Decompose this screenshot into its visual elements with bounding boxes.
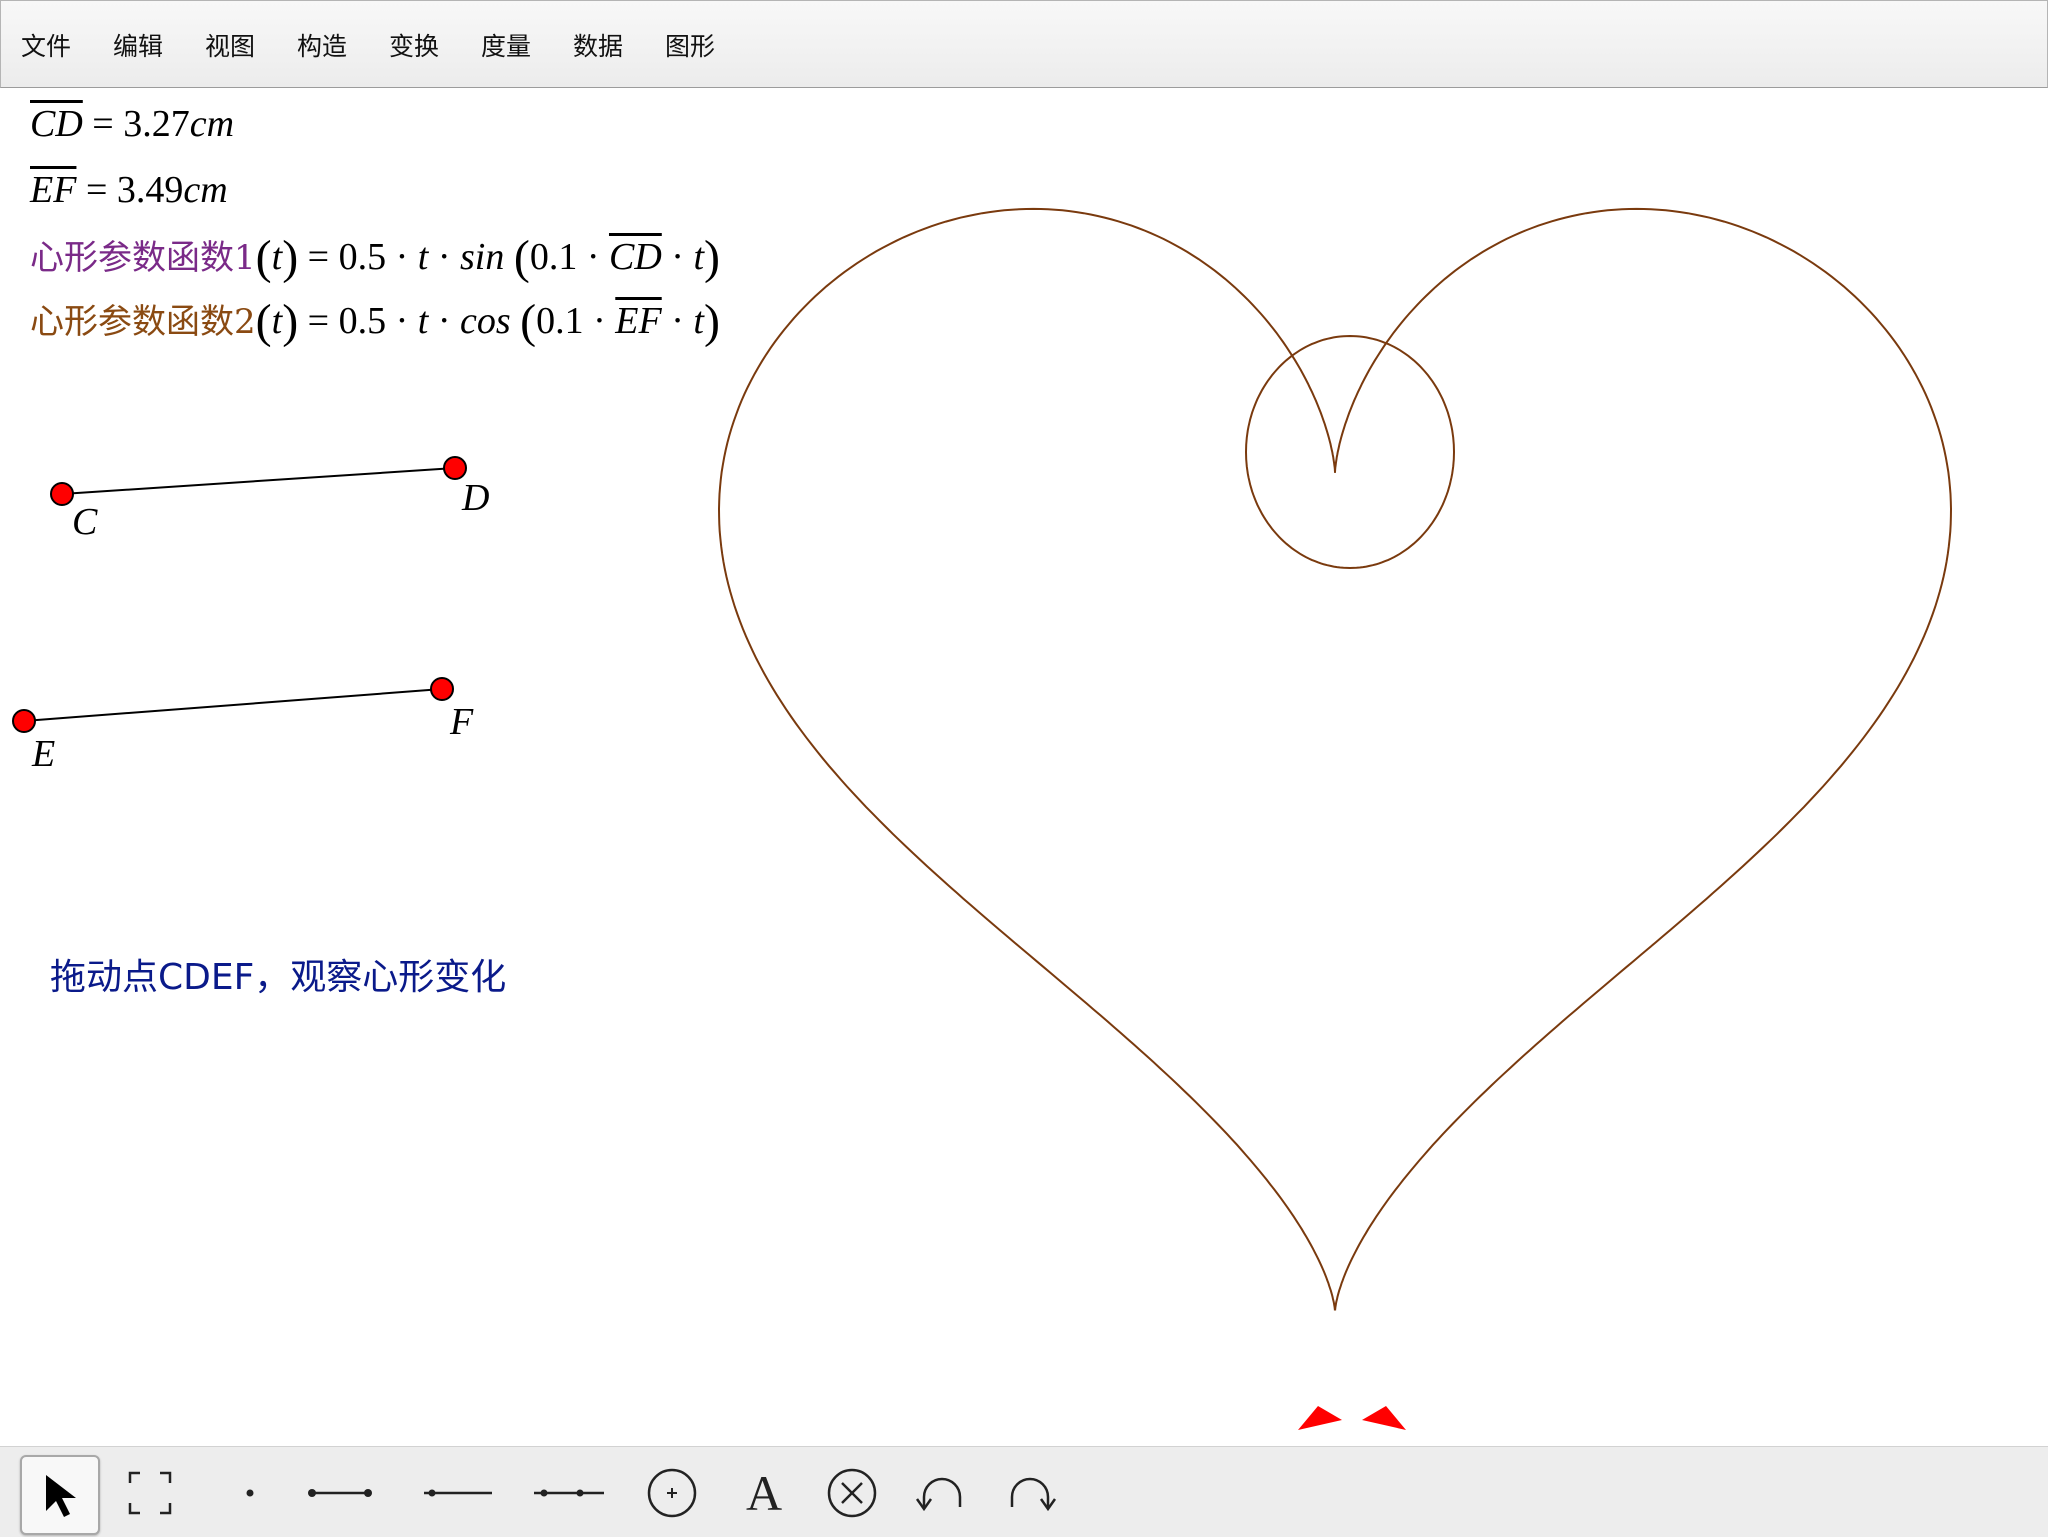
point-tool[interactable] <box>202 1455 278 1531</box>
menu-measure[interactable]: 度量 <box>481 27 531 63</box>
segment-icon <box>308 1489 372 1497</box>
delete-tool[interactable] <box>814 1455 890 1531</box>
point-f[interactable] <box>430 677 454 701</box>
ray-tool[interactable] <box>530 1455 606 1531</box>
menu-file[interactable]: 文件 <box>21 27 71 63</box>
marquee-select-tool[interactable] <box>112 1455 188 1531</box>
line-icon <box>424 1489 492 1497</box>
menu-edit[interactable]: 编辑 <box>113 27 163 63</box>
undo-icon <box>915 1477 962 1512</box>
delete-icon <box>827 1468 877 1518</box>
curve-end-arrow-left <box>1298 1406 1342 1430</box>
text-icon: A <box>745 1465 783 1521</box>
point-e[interactable] <box>12 709 36 733</box>
point-label-c[interactable]: C <box>72 500 97 544</box>
circle-icon <box>647 1468 697 1518</box>
tool-palette: A <box>0 1446 2048 1537</box>
redo-icon <box>1010 1477 1057 1512</box>
arrow-select-tool[interactable] <box>20 1455 100 1535</box>
point-label-f[interactable]: F <box>450 700 473 744</box>
point-c[interactable] <box>50 482 74 506</box>
ray-icon <box>534 1489 604 1497</box>
point-icon <box>246 1489 254 1497</box>
menu-transform[interactable]: 变换 <box>389 27 439 63</box>
marquee-select-icon <box>128 1471 172 1515</box>
point-label-e[interactable]: E <box>32 732 55 776</box>
point-label-d[interactable]: D <box>462 476 489 520</box>
redo-tool[interactable] <box>992 1455 1068 1531</box>
undo-tool[interactable] <box>904 1455 980 1531</box>
menu-bar: 文件 编辑 视图 构造 变换 度量 数据 图形 <box>0 0 2048 88</box>
segment-ef[interactable] <box>23 688 443 722</box>
circle-tool[interactable] <box>634 1455 710 1531</box>
instruction-text[interactable]: 拖动点CDEF，观察心形变化 <box>50 948 506 1000</box>
heart-curve[interactable] <box>717 207 1953 1311</box>
menu-view[interactable]: 视图 <box>205 27 255 63</box>
menu-construct[interactable]: 构造 <box>297 27 347 63</box>
arrow-select-icon <box>46 1475 76 1517</box>
line-tool[interactable] <box>420 1455 496 1531</box>
geometry-layer <box>12 207 1953 1430</box>
menu-graph[interactable]: 图形 <box>665 27 715 63</box>
segment-tool[interactable] <box>302 1455 378 1531</box>
menu-data[interactable]: 数据 <box>573 27 623 63</box>
sketch-canvas[interactable]: CD = 3.27cm EF = 3.49cm 心形参数函数1(t) = 0.5… <box>0 88 2048 1446</box>
text-tool[interactable]: A <box>726 1455 802 1531</box>
segment-cd[interactable] <box>61 467 456 495</box>
curve-end-arrow-right <box>1362 1406 1406 1430</box>
